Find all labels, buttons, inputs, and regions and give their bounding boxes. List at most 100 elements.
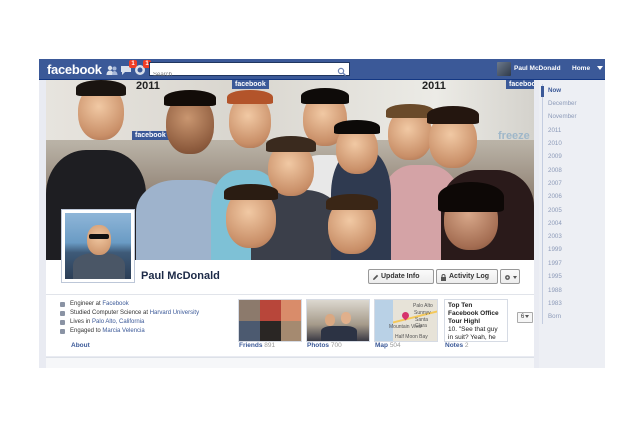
note-body: 10. "See that guy in suit? Yeah, he defi: [448, 326, 498, 341]
search-box: [149, 62, 350, 81]
scrubber-item[interactable]: 2008: [548, 167, 562, 174]
notes-thumbnail[interactable]: Top Ten Facebook Office Tour Highl 10. "…: [444, 299, 508, 342]
friends-label: Friends: [239, 342, 263, 349]
profile-name[interactable]: Paul McDonald: [141, 270, 220, 282]
settings-dropdown-button[interactable]: [500, 269, 520, 284]
person-hair: [427, 106, 479, 124]
info-relationship: Engaged to Marcia Velencia: [60, 327, 199, 336]
about-link[interactable]: About: [71, 342, 90, 349]
pencil-icon: [372, 273, 379, 280]
gear-icon: [504, 273, 511, 286]
more-sections-button[interactable]: 6: [517, 312, 533, 323]
map-label: Map: [375, 342, 388, 349]
cover-sign-facebook: facebook: [232, 80, 269, 89]
notifications-icon[interactable]: 1: [134, 60, 151, 75]
person-hair: [266, 136, 316, 152]
friend-requests-icon[interactable]: [106, 63, 118, 75]
home-icon: [60, 320, 65, 325]
info-relationship-text: Engaged to: [70, 328, 103, 334]
cover-sign-facebook-left: facebook: [132, 131, 169, 140]
friend-photo: [239, 300, 260, 321]
photo-people-bodies: [321, 326, 357, 341]
about-info-list: Engineer at Facebook Studied Computer Sc…: [60, 300, 199, 336]
scrubber-item[interactable]: 2009: [548, 153, 562, 160]
photos-label: Photos: [307, 342, 330, 349]
scrubber-item[interactable]: 1995: [548, 273, 562, 280]
friend-photo: [239, 321, 260, 341]
scrubber-item[interactable]: 2006: [548, 193, 562, 200]
info-relationship-link[interactable]: Marcia Velencia: [102, 328, 144, 334]
account-menu-caret-icon[interactable]: [597, 66, 603, 70]
photos-count: 700: [330, 342, 342, 349]
scrubber-item[interactable]: 2010: [548, 140, 562, 147]
timeline-scrubber: Now December November 2011 2010 2009 200…: [539, 80, 605, 368]
info-location-link[interactable]: Palo Alto, California: [92, 319, 144, 325]
info-education: Studied Computer Science at Harvard Univ…: [60, 309, 199, 318]
home-link[interactable]: Home: [572, 65, 590, 72]
profile-picture-face: [87, 225, 111, 255]
scrubber-item[interactable]: 2005: [548, 207, 562, 214]
sunglasses-icon: [89, 234, 109, 239]
note-title: Top Ten Facebook Office Tour Highl: [448, 302, 499, 325]
chevron-down-icon: [513, 276, 517, 279]
activity-log-button[interactable]: Activity Log: [436, 269, 498, 284]
friends-thumbnail[interactable]: [238, 299, 302, 342]
map-label-santa-clara: Santa Clara: [415, 317, 429, 329]
chevron-down-icon: [525, 314, 530, 318]
school-icon: [60, 311, 65, 316]
cover-sign-facebook-right: facebook: [506, 80, 534, 89]
scrubber-item[interactable]: 2007: [548, 180, 562, 187]
map-link[interactable]: Map 504: [375, 342, 401, 349]
map-label-palo-alto: Palo Alto: [413, 303, 433, 309]
scrubber-item[interactable]: 2003: [548, 233, 562, 240]
scrubber-item-born[interactable]: Born: [548, 313, 561, 320]
heart-icon: [60, 329, 65, 334]
scrubber-item[interactable]: 1988: [548, 287, 562, 294]
scrubber-item[interactable]: 1999: [548, 246, 562, 253]
person-hair: [301, 88, 349, 104]
person-hair: [438, 182, 504, 212]
profile-picture[interactable]: [61, 209, 135, 283]
top-navigation-bar: facebook 1 1 Paul McDonald Home: [39, 59, 605, 81]
scrubber-item[interactable]: November: [548, 113, 577, 120]
friends-link[interactable]: Friends 891: [239, 342, 275, 349]
scrubber-item[interactable]: 1997: [548, 260, 562, 267]
info-work-text: Engineer at: [70, 301, 103, 307]
scrubber-item-now[interactable]: Now: [548, 87, 561, 94]
profile-info-panel: Engineer at Facebook Studied Computer Sc…: [46, 294, 534, 356]
photos-link[interactable]: Photos 700: [307, 342, 342, 349]
info-location-text: Lives in: [70, 319, 93, 325]
user-avatar[interactable]: [497, 62, 511, 76]
photo-person: [341, 312, 351, 324]
person-hair: [224, 184, 278, 200]
update-info-button[interactable]: Update Info: [368, 269, 434, 284]
photos-thumbnail[interactable]: [306, 299, 370, 342]
cover-freeze-text: freeze: [498, 130, 530, 142]
scrubber-item[interactable]: 2004: [548, 220, 562, 227]
info-work-link[interactable]: Facebook: [102, 301, 128, 307]
map-count: 504: [389, 342, 401, 349]
facebook-logo[interactable]: facebook: [47, 62, 102, 77]
notes-count: 2: [464, 342, 469, 349]
search-icon[interactable]: [337, 64, 347, 77]
info-work: Engineer at Facebook: [60, 300, 199, 309]
scrubber-item[interactable]: 2011: [548, 127, 561, 134]
friend-photo: [281, 321, 301, 341]
scrubber-item[interactable]: 1983: [548, 300, 562, 307]
update-info-label: Update Info: [381, 273, 420, 280]
map-thumbnail[interactable]: Sunnyv Palo Alto Half Moon Bay Mountain …: [374, 299, 438, 342]
info-education-link[interactable]: Harvard University: [150, 310, 199, 316]
scrubber-line: [542, 84, 543, 324]
messages-icon[interactable]: 1: [120, 60, 137, 75]
notes-link[interactable]: Notes 2: [445, 342, 469, 349]
scrubber-active-marker: [541, 86, 544, 97]
friend-photo: [260, 321, 281, 341]
scrubber-item[interactable]: December: [548, 100, 577, 107]
map-water: [375, 300, 393, 341]
person-hair: [227, 90, 273, 104]
person-hair: [164, 90, 216, 106]
friend-photo: [260, 300, 281, 321]
timeline-content-area: [46, 357, 534, 368]
user-name-link[interactable]: Paul McDonald: [514, 65, 561, 72]
map-label-sunnyvale: Sunnyv: [414, 310, 431, 316]
